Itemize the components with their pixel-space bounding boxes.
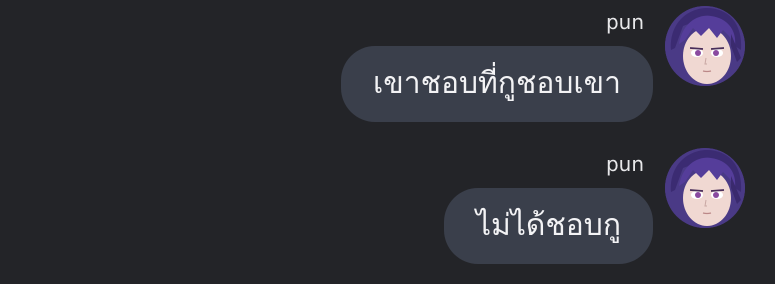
sender-name[interactable]: pun bbox=[606, 152, 644, 176]
anime-avatar-icon[interactable] bbox=[665, 148, 745, 228]
message-group: pun เขาชอบที่กูชอบเขา bbox=[0, 0, 775, 140]
message-bubble[interactable]: ไม่ได้ชอบกู bbox=[443, 188, 653, 264]
sender-name[interactable]: pun bbox=[606, 10, 644, 34]
message-group: pun ไม่ได้ชอบกู bbox=[0, 142, 775, 282]
anime-avatar-icon[interactable] bbox=[665, 6, 745, 86]
chat-area: pun เขาชอบที่กูชอบเขา pun ไม่ได้ชอบกู bbox=[0, 0, 775, 284]
message-bubble[interactable]: เขาชอบที่กูชอบเขา bbox=[341, 46, 653, 122]
